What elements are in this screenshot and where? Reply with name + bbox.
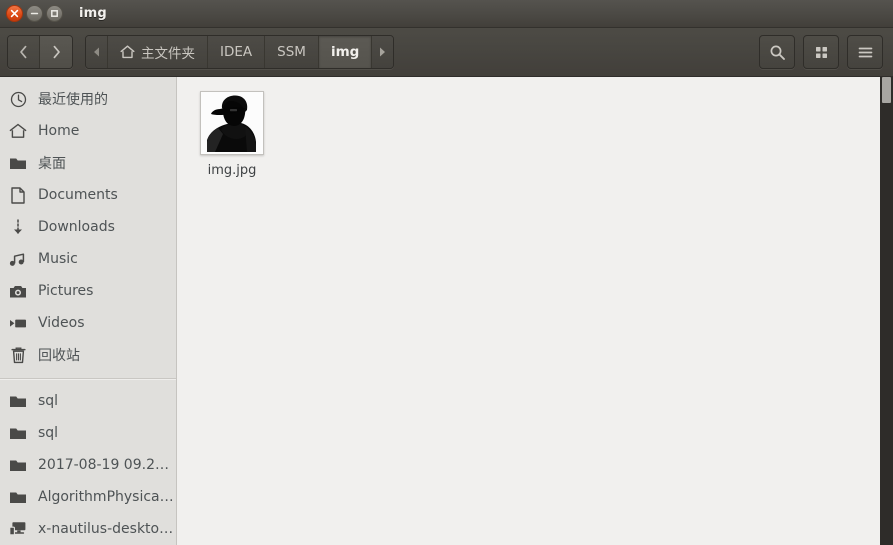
sidebar-item-recent[interactable]: 最近使用的 [0, 83, 176, 115]
breadcrumb-item-ssm[interactable]: SSM [265, 36, 319, 68]
file-item[interactable]: img.jpg [187, 87, 277, 178]
clock-icon [9, 90, 27, 108]
view-grid-icon [815, 46, 827, 58]
sidebar-bookmark-label: AlgorithmPhysicalF… [38, 489, 176, 505]
sidebar-item-label: Pictures [38, 283, 94, 299]
file-grid: img.jpg [177, 77, 893, 178]
sidebar-bookmark-label: x-nautilus-desktop:/// [38, 521, 176, 537]
breadcrumb-scroll-left-button[interactable] [86, 36, 108, 68]
chevron-left-icon [20, 45, 27, 59]
sidebar-item-home[interactable]: Home [0, 115, 176, 147]
breadcrumb-item-idea[interactable]: IDEA [208, 36, 266, 68]
search-button[interactable] [759, 35, 795, 69]
scrollbar-thumb[interactable] [882, 77, 891, 103]
file-thumbnail [200, 91, 264, 155]
forward-button[interactable] [40, 36, 72, 68]
maximize-window-button[interactable] [46, 5, 63, 22]
title-bar: img [0, 0, 893, 28]
home-icon [9, 122, 27, 140]
maximize-icon [51, 10, 58, 17]
sidebar-item-label: 桌面 [38, 156, 66, 172]
sidebar-item-music[interactable]: Music [0, 243, 176, 275]
sidebar-divider [0, 378, 176, 379]
file-manager-window: img 主文件夹 IDEA SSM img 最近使用的 Home 桌面 Docu… [0, 0, 893, 545]
sidebar-item-label: Documents [38, 187, 118, 203]
music-note-icon [9, 250, 27, 268]
folder-icon [9, 424, 27, 442]
image-thumbnail [201, 92, 263, 154]
folder-icon [9, 154, 27, 172]
breadcrumb-label: 主文件夹 [141, 46, 195, 62]
sidebar-item-documents[interactable]: Documents [0, 179, 176, 211]
search-icon [770, 45, 785, 60]
main-menu-button[interactable] [847, 35, 883, 69]
sidebar-bookmark-sql-1[interactable]: sql [0, 385, 176, 417]
camera-icon [9, 282, 27, 300]
sidebar-item-pictures[interactable]: Pictures [0, 275, 176, 307]
close-window-button[interactable] [6, 5, 23, 22]
breadcrumb: 主文件夹 IDEA SSM img [85, 35, 395, 69]
close-icon [10, 9, 19, 18]
sidebar[interactable]: 最近使用的 Home 桌面 Documents Downloads Music … [0, 77, 177, 545]
home-icon [120, 45, 135, 59]
sidebar-bookmark-label: 2017-08-19 09.21.42 ... [38, 457, 176, 473]
sidebar-item-label: Music [38, 251, 78, 267]
breadcrumb-label: SSM [277, 44, 306, 60]
vertical-scrollbar[interactable] [880, 77, 893, 545]
sidebar-item-label: 最近使用的 [38, 92, 108, 108]
sidebar-item-label: Home [38, 123, 80, 139]
breadcrumb-item-img[interactable]: img [318, 36, 373, 68]
breadcrumb-label: IDEA [220, 44, 253, 60]
triangle-right-icon [380, 47, 386, 57]
minimize-window-button[interactable] [26, 5, 43, 22]
sidebar-bookmark-nautilus-desktop[interactable]: x-nautilus-desktop:/// [0, 513, 176, 545]
hamburger-menu-icon [858, 47, 872, 57]
chevron-right-icon [53, 45, 60, 59]
trash-icon [9, 346, 27, 364]
minimize-icon [30, 12, 39, 15]
sidebar-item-desktop[interactable]: 桌面 [0, 147, 176, 179]
breadcrumb-label: img [330, 44, 360, 60]
remote-desktop-icon [9, 520, 27, 538]
view-options-button[interactable] [803, 35, 839, 69]
sidebar-item-downloads[interactable]: Downloads [0, 211, 176, 243]
file-name-label: img.jpg [207, 163, 257, 178]
sidebar-bookmark-dated-folder[interactable]: 2017-08-19 09.21.42 ... [0, 449, 176, 481]
breadcrumb-scroll-right-button[interactable] [372, 36, 394, 68]
sidebar-item-label: Videos [38, 315, 85, 331]
video-icon [9, 314, 27, 332]
window-body: 最近使用的 Home 桌面 Documents Downloads Music … [0, 77, 893, 545]
folder-icon [9, 456, 27, 474]
folder-icon [9, 488, 27, 506]
breadcrumb-item-home[interactable]: 主文件夹 [108, 36, 208, 68]
toolbar: 主文件夹 IDEA SSM img [0, 28, 893, 77]
sidebar-bookmark-label: sql [38, 425, 59, 441]
triangle-left-icon [94, 47, 99, 57]
sidebar-bookmark-sql-2[interactable]: sql [0, 417, 176, 449]
navigation-button-group [7, 35, 73, 69]
download-icon [9, 218, 27, 236]
document-icon [9, 186, 27, 204]
toolbar-right-actions [759, 35, 883, 69]
sidebar-item-label: Downloads [38, 219, 115, 235]
back-button[interactable] [8, 36, 40, 68]
folder-icon [9, 392, 27, 410]
sidebar-item-label: 回收站 [38, 348, 80, 364]
window-title: img [79, 6, 107, 21]
sidebar-bookmark-label: sql [38, 393, 59, 409]
file-list-view[interactable]: img.jpg [177, 77, 893, 545]
sidebar-item-trash[interactable]: 回收站 [0, 339, 176, 371]
sidebar-bookmark-algorithm[interactable]: AlgorithmPhysicalF… [0, 481, 176, 513]
sidebar-item-videos[interactable]: Videos [0, 307, 176, 339]
